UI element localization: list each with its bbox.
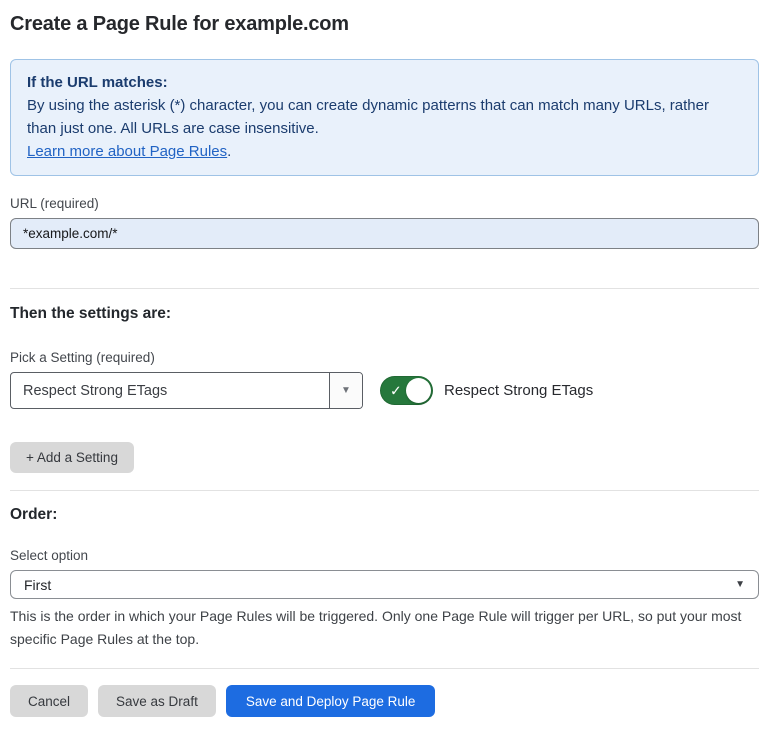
setting-toggle-group: ✓ Respect Strong ETags xyxy=(380,376,593,405)
divider xyxy=(10,668,759,669)
info-box-heading: If the URL matches: xyxy=(27,71,742,94)
divider xyxy=(10,288,759,289)
url-input[interactable] xyxy=(10,218,759,249)
order-section-heading: Order: xyxy=(10,504,759,525)
check-icon: ✓ xyxy=(390,383,402,397)
chevron-down-icon: ▼ xyxy=(329,373,362,408)
toggle-knob xyxy=(406,378,431,403)
setting-select[interactable]: Respect Strong ETags ▼ xyxy=(10,372,363,409)
divider xyxy=(10,490,759,491)
footer-buttons: Cancel Save as Draft Save and Deploy Pag… xyxy=(10,685,759,717)
pick-setting-label: Pick a Setting (required) xyxy=(10,349,759,366)
order-select-label: Select option xyxy=(10,547,759,564)
info-box-link-row: Learn more about Page Rules. xyxy=(27,140,742,163)
setting-select-value: Respect Strong ETags xyxy=(11,373,329,408)
add-setting-button[interactable]: + Add a Setting xyxy=(10,442,134,473)
learn-more-link[interactable]: Learn more about Page Rules xyxy=(27,143,227,160)
page-title: Create a Page Rule for example.com xyxy=(10,10,759,38)
save-draft-button[interactable]: Save as Draft xyxy=(98,685,216,717)
setting-row: Respect Strong ETags ▼ ✓ Respect Strong … xyxy=(10,372,759,409)
toggle-label: Respect Strong ETags xyxy=(444,382,593,399)
link-period: . xyxy=(227,143,231,160)
chevron-down-icon: ▼ xyxy=(735,579,745,590)
url-field-label: URL (required) xyxy=(10,195,759,212)
settings-section-heading: Then the settings are: xyxy=(10,303,759,324)
info-box-body: By using the asterisk (*) character, you… xyxy=(27,94,742,140)
save-deploy-button[interactable]: Save and Deploy Page Rule xyxy=(226,685,436,717)
create-page-rule-form: Create a Page Rule for example.com If th… xyxy=(0,0,769,733)
url-match-info-box: If the URL matches: By using the asteris… xyxy=(10,59,759,176)
order-select-value: First xyxy=(24,577,51,593)
cancel-button[interactable]: Cancel xyxy=(10,685,88,717)
order-select[interactable]: First ▼ xyxy=(10,570,759,599)
order-help-text: This is the order in which your Page Rul… xyxy=(10,605,759,651)
respect-strong-etags-toggle[interactable]: ✓ xyxy=(380,376,433,405)
